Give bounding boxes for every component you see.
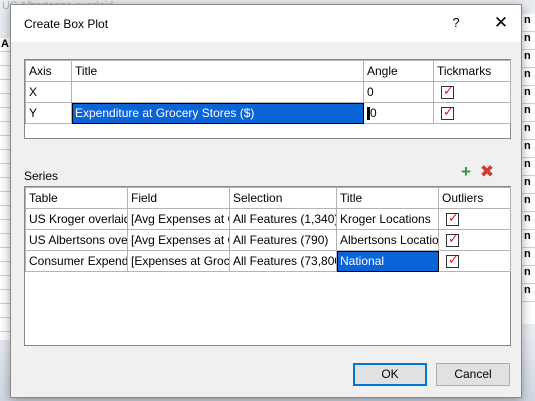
series-outliers-cell: ✓ [438, 208, 511, 230]
cancel-button[interactable]: Cancel [436, 363, 510, 386]
check-icon: ✓ [448, 252, 459, 268]
series-selection-cell[interactable]: All Features (1,340) [229, 208, 337, 230]
series-title-cell[interactable]: Kroger Locations [336, 208, 439, 230]
axis-angle-value: 0 [370, 105, 377, 120]
outliers-checkbox[interactable]: ✓ [446, 231, 459, 248]
series-title-cell[interactable]: Albertsons Locations [336, 229, 439, 251]
background-right-cell: n [522, 122, 535, 140]
check-icon: ✓ [443, 83, 454, 99]
delete-series-icon[interactable]: ✖ [478, 163, 496, 181]
close-icon[interactable]: ✕ [486, 11, 516, 35]
series-grid: Table Field Selection Title Outliers US … [24, 186, 511, 346]
ok-button[interactable]: OK [353, 363, 427, 386]
series-selection-cell[interactable]: All Features (790) [229, 229, 337, 251]
title-column-header[interactable]: Title [336, 187, 439, 209]
axis-label: Y [29, 106, 38, 120]
axis-title-cell[interactable] [71, 81, 364, 103]
background-right-cell: n [522, 14, 535, 32]
table-row[interactable]: Consumer Expenditures [Expenses at Groce… [25, 250, 511, 272]
dialog-titlebar: Create Box Plot ? ✕ [11, 5, 521, 42]
axis-cell[interactable]: Y [25, 102, 72, 124]
create-box-plot-dialog: Create Box Plot ? ✕ Axis Title Angle Tic… [10, 4, 522, 398]
axis-tickmarks-cell: ✓ [433, 102, 511, 124]
check-icon: ✓ [448, 231, 459, 247]
axis-cell[interactable]: X [25, 81, 72, 103]
background-right-cell: n [522, 194, 535, 212]
axis-header-row: Axis Title Angle Tickmarks [25, 60, 511, 82]
axis-title-cell[interactable]: Expenditure at Grocery Stores ($) [71, 102, 364, 124]
series-field-cell[interactable]: [Expenses at Grocery Stores] [127, 250, 230, 272]
background-right-grid: n n n n n n n n n n n n n n n n [521, 14, 535, 324]
axis-row-y[interactable]: Y Expenditure at Grocery Stores ($) 0 ✓ [25, 102, 511, 124]
check-icon: ✓ [443, 104, 454, 120]
title-column-header[interactable]: Title [71, 60, 364, 82]
selection-column-header[interactable]: Selection [229, 187, 337, 209]
dialog-title: Create Box Plot [24, 17, 109, 31]
background-right-cell: n [522, 104, 535, 122]
axis-grid: Axis Title Angle Tickmarks X 0 ✓ Y Expen… [24, 59, 511, 139]
series-field-cell[interactable]: [Avg Expenses at Grocery Stores] [127, 208, 230, 230]
background-right-cell: n [522, 158, 535, 176]
tickmarks-column-header[interactable]: Tickmarks [433, 60, 511, 82]
axis-column-header[interactable]: Axis [25, 60, 72, 82]
table-column-header[interactable]: Table [25, 187, 128, 209]
background-right-cell: n [522, 32, 535, 50]
outliers-column-header[interactable]: Outliers [438, 187, 511, 209]
axis-angle-cell[interactable]: 0 [363, 81, 434, 103]
tickmarks-checkbox[interactable]: ✓ [441, 83, 454, 100]
axis-row-x[interactable]: X 0 ✓ [25, 81, 511, 103]
axis-table: Axis Title Angle Tickmarks X 0 ✓ Y Expen… [25, 60, 511, 124]
help-button[interactable]: ? [441, 11, 471, 35]
table-row[interactable]: US Kroger overlaid [Avg Expenses at Groc… [25, 208, 511, 230]
series-selection-cell[interactable]: All Features (73,800) [229, 250, 337, 272]
background-right-cell: n [522, 86, 535, 104]
series-header-row: Table Field Selection Title Outliers [25, 187, 511, 209]
outliers-checkbox[interactable]: ✓ [446, 210, 459, 227]
series-label: Series [24, 169, 59, 183]
background-right-cell: n [522, 266, 535, 284]
background-right-cell: n [522, 212, 535, 230]
background-right-cell: n [522, 230, 535, 248]
series-table-cell[interactable]: Consumer Expenditures [25, 250, 128, 272]
series-outliers-cell: ✓ [438, 250, 511, 272]
outliers-checkbox[interactable]: ✓ [446, 252, 459, 269]
check-icon: ✓ [448, 210, 459, 226]
background-right-cell: n [522, 140, 535, 158]
series-table: Table Field Selection Title Outliers US … [25, 187, 511, 272]
angle-column-header[interactable]: Angle [363, 60, 434, 82]
series-outliers-cell: ✓ [438, 229, 511, 251]
field-column-header[interactable]: Field [127, 187, 230, 209]
tickmarks-checkbox[interactable]: ✓ [441, 104, 454, 121]
background-right-cell: n [522, 248, 535, 266]
series-title-cell[interactable]: National [336, 250, 439, 272]
series-table-cell[interactable]: US Albertsons overlaid [25, 229, 128, 251]
table-row[interactable]: US Albertsons overlaid [Avg Expenses at … [25, 229, 511, 251]
axis-angle-cell[interactable]: 0 [363, 102, 434, 124]
background-right-cell: n [522, 50, 535, 68]
add-series-icon[interactable]: + [457, 163, 475, 181]
axis-tickmarks-cell: ✓ [433, 81, 511, 103]
background-right-cell: n [522, 284, 535, 302]
background-right-cell: n [522, 176, 535, 194]
background-right-cell: n [522, 68, 535, 86]
series-table-cell[interactable]: US Kroger overlaid [25, 208, 128, 230]
series-field-cell[interactable]: [Avg Expenses at Grocery Stores] [127, 229, 230, 251]
